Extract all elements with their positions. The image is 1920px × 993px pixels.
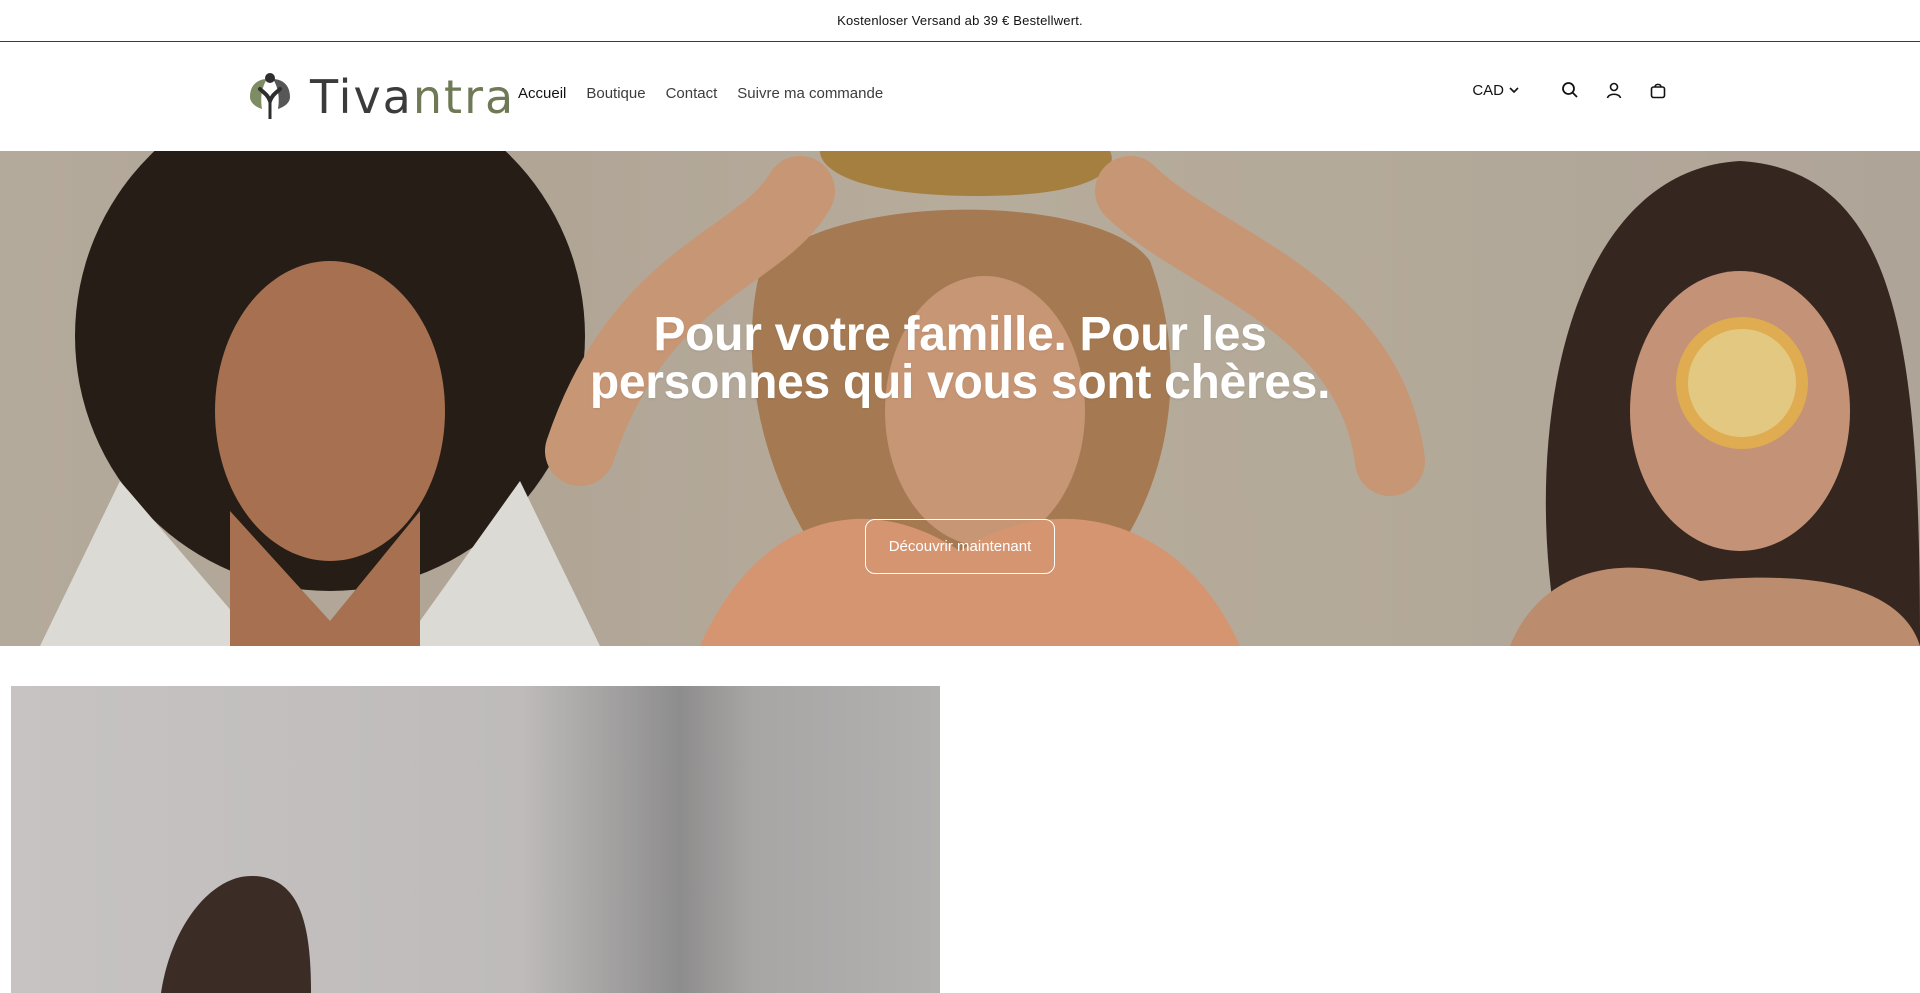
hero-title-line1: Pour votre famille. Pour les bbox=[653, 308, 1267, 361]
chevron-down-icon bbox=[1509, 87, 1519, 94]
hero-content: Pour votre famille. Pour les personnes q… bbox=[0, 311, 1920, 407]
cart-icon bbox=[1650, 83, 1666, 99]
discover-now-button[interactable]: Découvrir maintenant bbox=[865, 519, 1055, 574]
feature-image bbox=[11, 686, 940, 993]
header-tools: CAD bbox=[1472, 78, 1670, 102]
search-icon bbox=[1562, 82, 1578, 98]
hero-banner: Pour votre famille. Pour les personnes q… bbox=[0, 151, 1920, 646]
currency-selector[interactable]: CAD bbox=[1472, 82, 1520, 99]
logo-wordmark: Tivantra bbox=[310, 74, 515, 120]
leaf-person-logo-icon bbox=[250, 73, 290, 119]
nav-item-boutique[interactable]: Boutique bbox=[586, 85, 645, 102]
nav-item-contact[interactable]: Contact bbox=[666, 85, 718, 102]
nav-item-suivre-commande[interactable]: Suivre ma commande bbox=[737, 85, 883, 102]
main-nav: Accueil Boutique Contact Suivre ma comma… bbox=[518, 85, 883, 102]
hero-title: Pour votre famille. Pour les personnes q… bbox=[580, 311, 1340, 407]
account-button[interactable] bbox=[1602, 78, 1626, 102]
announcement-text: Kostenloser Versand ab 39 € Bestellwert. bbox=[837, 13, 1083, 28]
cart-button[interactable] bbox=[1646, 78, 1670, 102]
nav-item-accueil[interactable]: Accueil bbox=[518, 85, 566, 102]
logo-text-main: Tiva bbox=[310, 70, 413, 124]
logo-text-accent: ntra bbox=[412, 70, 516, 124]
currency-label: CAD bbox=[1472, 81, 1504, 99]
site-header: Tivantra Accueil Boutique Contact Suivre… bbox=[0, 42, 1920, 151]
hero-title-line2: personnes qui vous sont chères. bbox=[589, 356, 1331, 409]
search-button[interactable] bbox=[1558, 78, 1582, 102]
account-icon bbox=[1606, 82, 1622, 99]
feature-photo bbox=[161, 876, 311, 993]
announcement-bar: Kostenloser Versand ab 39 € Bestellwert. bbox=[0, 0, 1920, 42]
logo-link[interactable]: Tivantra bbox=[240, 66, 515, 128]
